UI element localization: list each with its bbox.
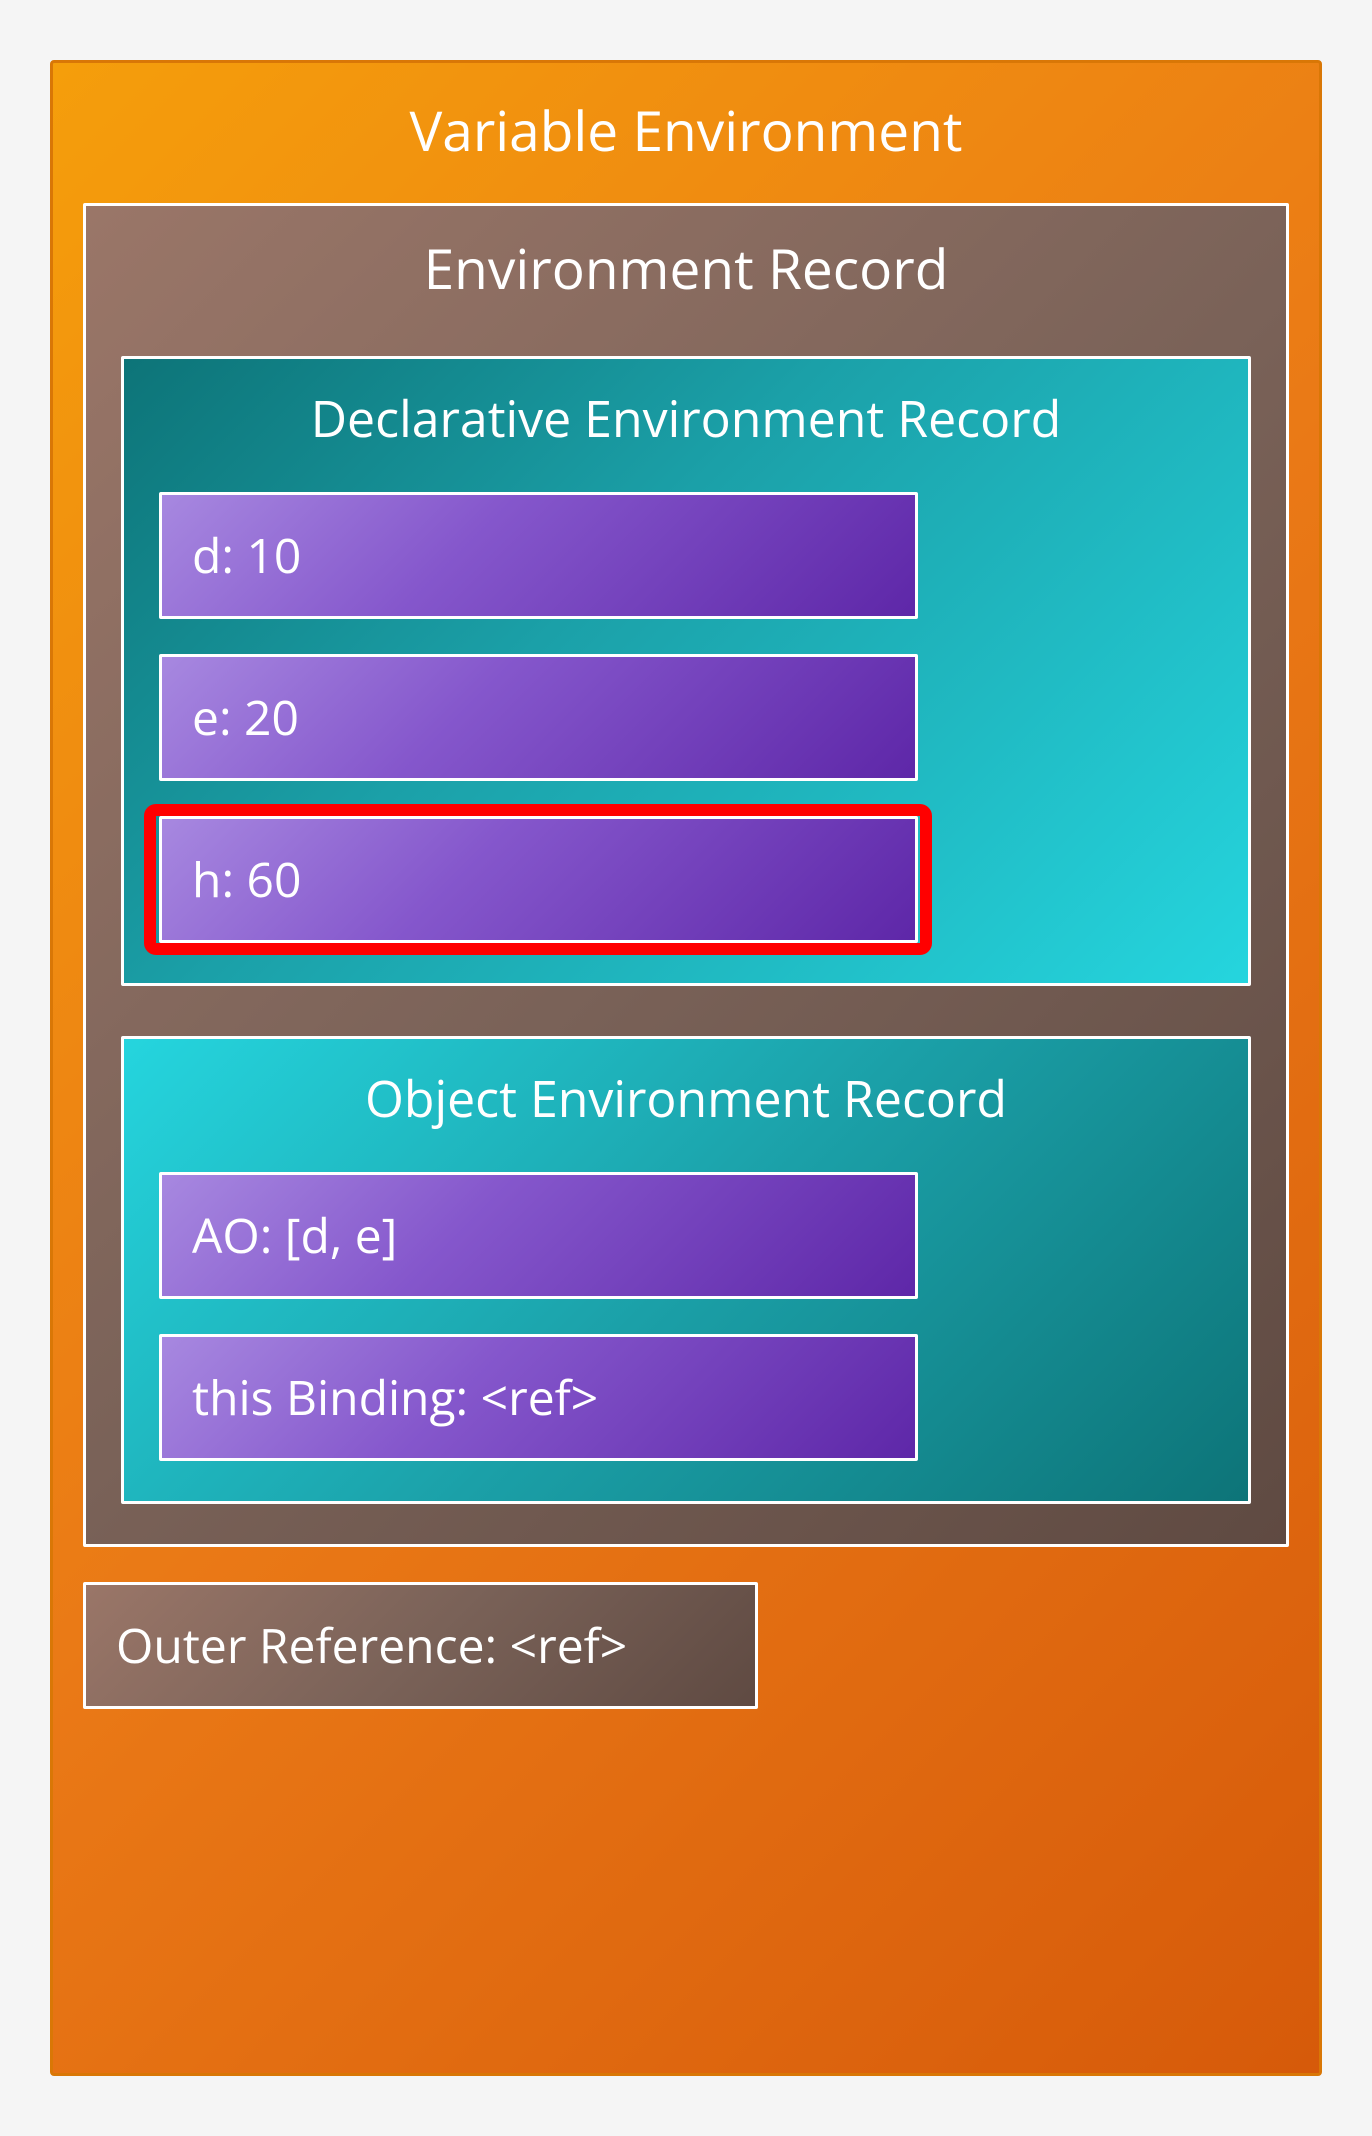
variable-environment-title: Variable Environment xyxy=(83,93,1289,168)
environment-record-container: Environment Record Declarative Environme… xyxy=(83,203,1289,1547)
outer-reference: Outer Reference: <ref> xyxy=(83,1582,758,1709)
binding-h-label: h: 60 xyxy=(192,847,301,912)
environment-record-title: Environment Record xyxy=(121,231,1251,306)
declarative-environment-record-title: Declarative Environment Record xyxy=(159,384,1213,452)
variable-environment-container: Variable Environment Environment Record … xyxy=(50,60,1322,2076)
declarative-environment-record-container: Declarative Environment Record d: 10 e: … xyxy=(121,356,1251,986)
object-environment-record-title: Object Environment Record xyxy=(159,1064,1213,1132)
binding-ao: AO: [d, e] xyxy=(159,1172,918,1299)
object-environment-record-container: Object Environment Record AO: [d, e] thi… xyxy=(121,1036,1251,1504)
binding-this: this Binding: <ref> xyxy=(159,1334,918,1461)
binding-d: d: 10 xyxy=(159,492,918,619)
binding-e: e: 20 xyxy=(159,654,918,781)
binding-h: h: 60 xyxy=(159,816,918,943)
